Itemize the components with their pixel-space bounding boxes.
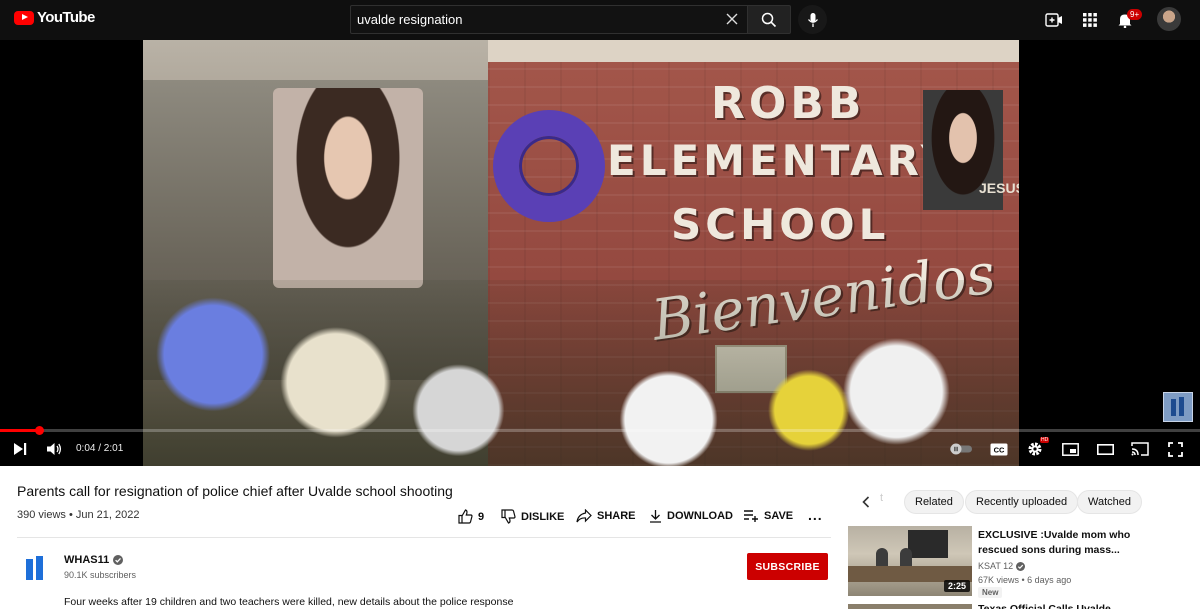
autoplay-toggle[interactable] [950, 439, 972, 459]
channel-name[interactable]: WHAS11 [64, 554, 124, 566]
cast-icon [1131, 442, 1149, 456]
related-video-channel[interactable]: KSAT 12 [978, 561, 1026, 571]
volume-button[interactable] [44, 439, 64, 459]
youtube-play-icon [14, 10, 34, 25]
cc-label: CC [994, 445, 1005, 454]
hd-badge: HD [1040, 437, 1050, 443]
whas11-logo-icon [26, 556, 43, 580]
logo-text: YouTube [37, 9, 95, 26]
cc-icon: CC [990, 443, 1008, 455]
video-title: Parents call for resignation of police c… [17, 483, 453, 499]
dislike-label: DISLIKE [521, 510, 565, 523]
search-query: uvalde resignation [357, 12, 463, 27]
sign-line-2: ELEMENTARY [607, 136, 956, 185]
time-display: 0:04 / 2:01 [76, 443, 124, 454]
subscribe-button[interactable]: SUBSCRIBE [747, 553, 828, 580]
chips-scroll-left-button[interactable] [858, 493, 874, 511]
next-video-button[interactable] [10, 439, 30, 459]
miniplayer-icon [1061, 442, 1079, 456]
save-label: SAVE [764, 509, 794, 522]
related-video-meta: 67K views • 6 days ago [978, 575, 1072, 585]
more-actions-button[interactable]: ... [808, 507, 823, 523]
memorial-flowers [143, 280, 1019, 466]
fullscreen-icon [1167, 441, 1183, 457]
clear-search-icon[interactable] [725, 12, 739, 26]
video-player[interactable]: ROBB ELEMENTARY SCHOOL Bienvenidos JESUS… [0, 40, 1200, 466]
fullscreen-button[interactable] [1165, 439, 1185, 459]
account-avatar[interactable] [1157, 7, 1181, 31]
related-video-thumbnail-2[interactable] [848, 604, 972, 609]
theater-mode-icon [1096, 443, 1114, 455]
thumbs-down-icon [501, 509, 516, 524]
microphone-icon [807, 12, 818, 27]
verified-check-icon [1016, 561, 1026, 571]
scrubber-handle[interactable] [35, 426, 45, 435]
thumbnail-screen [908, 530, 948, 558]
new-badge: New [978, 587, 1003, 598]
wall-cap [488, 40, 1019, 62]
details-divider [17, 537, 831, 538]
notification-count-badge: 9+ [1127, 9, 1143, 20]
chip-related[interactable]: Related [904, 490, 964, 514]
related-video-duration: 2:25 [944, 580, 971, 592]
video-description[interactable]: Four weeks after 19 children and two tea… [64, 596, 513, 608]
chevron-left-icon [862, 496, 870, 508]
miniplayer-button[interactable] [1060, 439, 1080, 459]
view-count-date[interactable]: 390 views • Jun 21, 2022 [17, 509, 140, 521]
subscriber-count: 90.1K subscribers [64, 570, 137, 580]
related-video-title[interactable]: EXCLUSIVE :Uvalde mom who rescued sons d… [978, 528, 1146, 558]
gear-icon [1028, 442, 1042, 456]
thumbs-up-icon [458, 509, 473, 524]
download-label: DOWNLOAD [667, 510, 733, 522]
related-video-channel-name: KSAT 12 [978, 561, 1014, 571]
like-count: 9 [478, 510, 485, 523]
save-button[interactable]: SAVE [743, 509, 793, 522]
sign-line-3: SCHOOL [671, 200, 890, 249]
volume-icon [47, 443, 62, 455]
search-button[interactable] [747, 5, 791, 34]
channel-name-text: WHAS11 [64, 554, 110, 566]
verified-check-icon [113, 555, 124, 565]
play-next-icon [14, 443, 27, 455]
download-button[interactable]: DOWNLOAD [649, 509, 733, 523]
youtube-logo[interactable]: YouTube [14, 9, 95, 26]
download-icon [650, 510, 661, 523]
cast-button[interactable] [1129, 439, 1151, 459]
sign-line-1: ROBB [711, 78, 866, 129]
purple-wreath [493, 110, 605, 222]
share-button[interactable]: SHARE [576, 509, 636, 523]
sign-side-text: JESUS [979, 180, 1019, 196]
related-video-title-2[interactable]: Texas Official Calls Uvalde... [978, 603, 1120, 609]
video-frame[interactable]: ROBB ELEMENTARY SCHOOL Bienvenidos JESUS [143, 40, 1019, 466]
like-button[interactable]: 9 [458, 509, 484, 524]
channel-avatar[interactable] [17, 550, 53, 586]
progress-bar-played [0, 429, 40, 432]
share-icon [576, 509, 592, 523]
create-video-icon[interactable] [1043, 9, 1065, 31]
autoplay-toggle-icon [950, 443, 972, 455]
chip-watched[interactable]: Watched [1077, 490, 1143, 514]
theater-mode-button[interactable] [1095, 439, 1115, 459]
search-input[interactable]: uvalde resignation [350, 5, 748, 34]
progress-bar[interactable] [0, 429, 1200, 432]
search-icon [761, 12, 777, 27]
add-to-playlist-icon [744, 510, 758, 522]
channel-watermark[interactable] [1163, 392, 1193, 422]
share-label: SHARE [597, 510, 636, 522]
dislike-button[interactable]: DISLIKE [501, 509, 564, 524]
faded-chip: t [880, 492, 884, 504]
subtitles-button[interactable]: CC [989, 439, 1009, 459]
memorial-photo-left [273, 88, 423, 288]
masthead: YouTube uvalde resignation 9+ [0, 0, 1200, 40]
voice-search-button[interactable] [798, 5, 827, 34]
apps-grid-icon[interactable] [1079, 9, 1101, 31]
chip-recently-uploaded[interactable]: Recently uploaded [965, 490, 1079, 514]
